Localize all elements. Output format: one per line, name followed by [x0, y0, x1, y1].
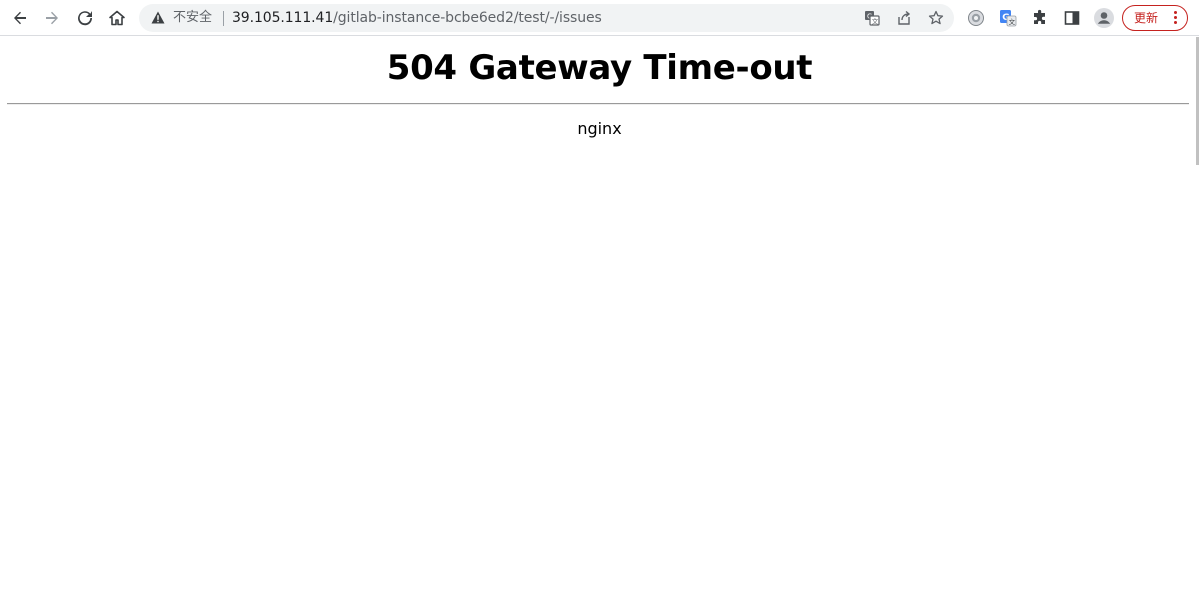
- menu-dots-icon: [1174, 11, 1177, 26]
- divider: [223, 11, 224, 26]
- url-host: 39.105.111.41: [232, 10, 334, 26]
- star-icon[interactable]: [927, 9, 945, 27]
- side-panel-icon[interactable]: [1059, 5, 1085, 31]
- profile-icon[interactable]: [1091, 5, 1117, 31]
- svg-text:文: 文: [872, 17, 879, 26]
- puzzle-icon[interactable]: [1027, 5, 1053, 31]
- update-button[interactable]: 更新: [1122, 5, 1188, 31]
- warning-icon[interactable]: [151, 11, 165, 29]
- google-translate-icon[interactable]: G文: [995, 5, 1021, 31]
- translate-icon[interactable]: G文: [863, 9, 881, 27]
- url-path: /gitlab-instance-bcbe6ed2/test/-/issues: [333, 10, 602, 26]
- browser-toolbar: 不安全 39.105.111.41/gitlab-instance-bcbe6e…: [0, 0, 1199, 36]
- divider: [7, 103, 1189, 105]
- update-label: 更新: [1134, 11, 1159, 25]
- svg-text:文: 文: [1009, 17, 1016, 26]
- security-label[interactable]: 不安全: [173, 10, 212, 26]
- share-icon[interactable]: [895, 9, 913, 27]
- url-text[interactable]: 39.105.111.41/gitlab-instance-bcbe6ed2/t…: [232, 9, 602, 27]
- reload-icon[interactable]: [72, 5, 98, 31]
- forward-icon[interactable]: [39, 5, 65, 31]
- page-title: 504 Gateway Time-out: [386, 48, 813, 88]
- server-name: nginx: [577, 119, 622, 138]
- back-icon[interactable]: [7, 5, 33, 31]
- home-icon[interactable]: [104, 5, 130, 31]
- extension-icon[interactable]: [963, 5, 989, 31]
- address-bar[interactable]: 不安全 39.105.111.41/gitlab-instance-bcbe6e…: [139, 4, 954, 32]
